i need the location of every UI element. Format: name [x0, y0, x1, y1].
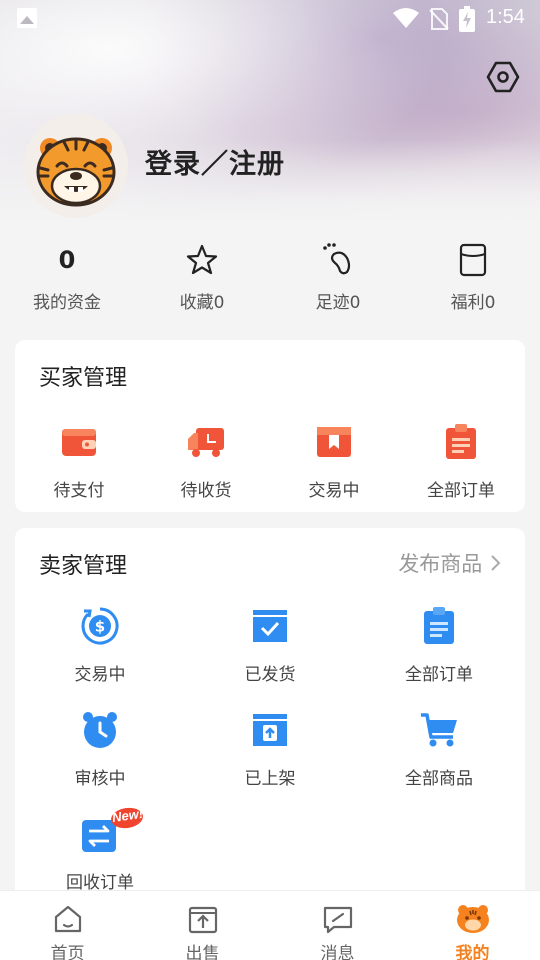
- shipped-box-icon: [253, 610, 287, 642]
- seller-management-card: 卖家管理 发布商品 $ 交易中 已发货 全部订单 审核中 已上架 全部商品 Ne…: [15, 528, 525, 908]
- star-icon: [186, 244, 218, 275]
- tab-sell-label: 出售: [185, 944, 220, 960]
- sell-icon: [188, 906, 217, 934]
- footprint-icon: [323, 243, 351, 275]
- all-products-label: 全部商品: [405, 769, 473, 789]
- gallery-notification-icon: [17, 8, 37, 28]
- tab-home-label: 首页: [50, 944, 85, 960]
- alarm-clock-icon: [83, 712, 117, 748]
- no-sim-icon: [429, 8, 449, 30]
- buyer-item-pending-payment[interactable]: 待支付: [19, 420, 139, 501]
- tab-mine-label: 我的: [455, 944, 490, 960]
- seller-item-shipped[interactable]: 已发货: [210, 604, 330, 685]
- buyer-item-pending-receipt[interactable]: 待收货: [146, 420, 266, 501]
- stat-funds[interactable]: 0 我的资金: [12, 240, 122, 313]
- bottom-tab-bar: 首页 出售 消息 我的: [0, 890, 540, 960]
- message-icon: [323, 906, 352, 934]
- buyer-management-card: 买家管理 待支付 待收货 交易中 全部订单: [15, 340, 525, 512]
- wallet-icon: [62, 429, 96, 456]
- avatar[interactable]: [24, 114, 128, 218]
- bookmark-box-icon: [317, 427, 351, 457]
- dollar-cycle-icon: $: [81, 607, 119, 645]
- wifi-icon: [393, 8, 419, 28]
- benefits-label: 福利0: [450, 293, 496, 313]
- gift-card-icon: [459, 243, 487, 277]
- stat-benefits[interactable]: 福利0: [418, 240, 528, 313]
- shipped-label: 已发货: [244, 665, 296, 685]
- seller-item-recycle-orders[interactable]: New! 回收订单: [40, 806, 160, 893]
- funds-value: 0: [58, 246, 76, 274]
- seller-item-reviewing[interactable]: 审核中: [40, 708, 160, 789]
- seller-item-all-orders[interactable]: 全部订单: [379, 604, 499, 685]
- buyer-title: 买家管理: [39, 366, 128, 391]
- seller-trading-label: 交易中: [74, 665, 126, 685]
- clock: 1:54: [486, 6, 525, 28]
- tiger-icon: [456, 905, 489, 933]
- seller-item-trading[interactable]: $ 交易中: [40, 604, 160, 685]
- stat-favorites[interactable]: 收藏0: [147, 240, 257, 313]
- stats-row: 0 我的资金 收藏0 足迹0 福利0: [0, 240, 540, 320]
- reviewing-label: 审核中: [74, 769, 126, 789]
- login-register-link[interactable]: 登录／注册: [145, 142, 285, 181]
- clipboard-icon: [446, 424, 476, 459]
- seller-title: 卖家管理: [39, 554, 128, 579]
- seller-all-orders-label: 全部订单: [405, 665, 473, 685]
- publish-product-link[interactable]: 发布商品: [398, 548, 501, 578]
- home-icon: [54, 905, 81, 933]
- listed-label: 已上架: [244, 769, 296, 789]
- status-bar: 1:54: [0, 0, 540, 38]
- buyer-all-orders-label: 全部订单: [427, 481, 495, 501]
- tab-mine[interactable]: 我的: [405, 891, 540, 960]
- seller-item-all-products[interactable]: 全部商品: [379, 708, 499, 789]
- cart-icon: [421, 713, 457, 747]
- upload-box-icon: [253, 714, 287, 746]
- buyer-trading-label: 交易中: [308, 481, 360, 501]
- svg-text:$: $: [95, 618, 105, 636]
- truck-icon: [188, 428, 224, 457]
- favorites-label: 收藏0: [179, 293, 225, 313]
- footprints-label: 足迹0: [315, 293, 361, 313]
- clipboard-list-icon: [424, 607, 454, 644]
- pending-receipt-label: 待收货: [180, 481, 232, 501]
- battery-charging-icon: [459, 6, 475, 32]
- settings-icon[interactable]: [486, 60, 520, 94]
- buyer-item-all-orders[interactable]: 全部订单: [401, 420, 521, 501]
- tab-messages-label: 消息: [320, 944, 355, 960]
- tab-home[interactable]: 首页: [0, 891, 135, 960]
- publish-product-label: 发布商品: [398, 552, 483, 576]
- tab-messages[interactable]: 消息: [270, 891, 405, 960]
- pending-payment-label: 待支付: [53, 481, 105, 501]
- tab-sell[interactable]: 出售: [135, 891, 270, 960]
- buyer-item-trading[interactable]: 交易中: [274, 420, 394, 501]
- chevron-right-icon: [491, 555, 501, 571]
- seller-item-listed[interactable]: 已上架: [210, 708, 330, 789]
- funds-label: 我的资金: [33, 293, 101, 313]
- stat-footprints[interactable]: 足迹0: [283, 240, 393, 313]
- tiger-avatar-icon: [36, 137, 116, 207]
